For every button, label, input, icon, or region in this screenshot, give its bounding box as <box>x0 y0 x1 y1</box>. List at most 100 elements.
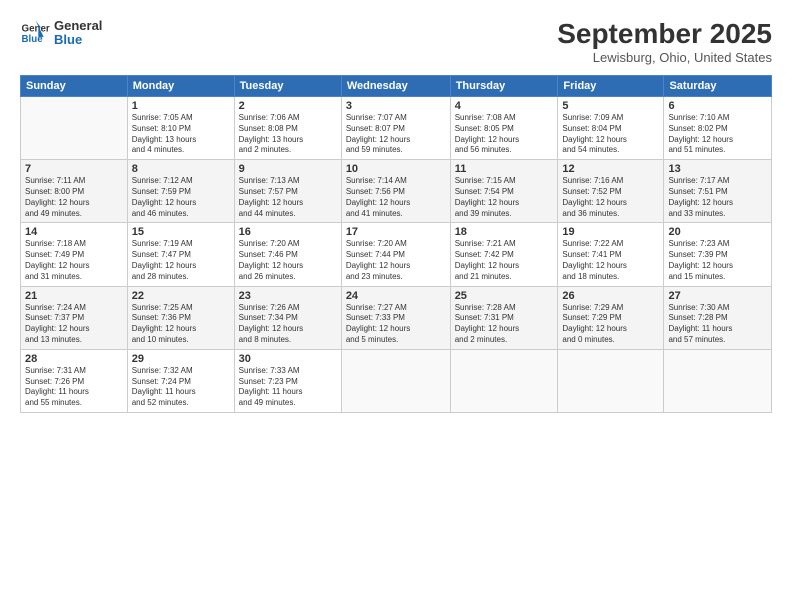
day-info: Sunrise: 7:25 AMSunset: 7:36 PMDaylight:… <box>132 303 230 346</box>
day-number: 13 <box>668 163 767 175</box>
day-info: Sunrise: 7:15 AMSunset: 7:54 PMDaylight:… <box>455 176 554 219</box>
day-number: 3 <box>346 100 446 112</box>
day-number: 6 <box>668 100 767 112</box>
calendar-cell: 13Sunrise: 7:17 AMSunset: 7:51 PMDayligh… <box>664 160 772 223</box>
calendar-cell: 30Sunrise: 7:33 AMSunset: 7:23 PMDayligh… <box>234 349 341 412</box>
day-info: Sunrise: 7:10 AMSunset: 8:02 PMDaylight:… <box>668 113 767 156</box>
day-info: Sunrise: 7:06 AMSunset: 8:08 PMDaylight:… <box>239 113 337 156</box>
day-number: 8 <box>132 163 230 175</box>
day-info: Sunrise: 7:14 AMSunset: 7:56 PMDaylight:… <box>346 176 446 219</box>
day-number: 14 <box>25 226 123 238</box>
day-info: Sunrise: 7:23 AMSunset: 7:39 PMDaylight:… <box>668 239 767 282</box>
day-number: 9 <box>239 163 337 175</box>
day-number: 22 <box>132 290 230 302</box>
weekday-header-friday: Friday <box>558 76 664 97</box>
day-info: Sunrise: 7:27 AMSunset: 7:33 PMDaylight:… <box>346 303 446 346</box>
calendar-cell: 29Sunrise: 7:32 AMSunset: 7:24 PMDayligh… <box>127 349 234 412</box>
calendar-cell: 4Sunrise: 7:08 AMSunset: 8:05 PMDaylight… <box>450 97 558 160</box>
day-info: Sunrise: 7:17 AMSunset: 7:51 PMDaylight:… <box>668 176 767 219</box>
day-number: 12 <box>562 163 659 175</box>
calendar-cell: 12Sunrise: 7:16 AMSunset: 7:52 PMDayligh… <box>558 160 664 223</box>
svg-text:General: General <box>22 24 51 35</box>
calendar-cell: 7Sunrise: 7:11 AMSunset: 8:00 PMDaylight… <box>21 160 128 223</box>
day-info: Sunrise: 7:29 AMSunset: 7:29 PMDaylight:… <box>562 303 659 346</box>
day-info: Sunrise: 7:20 AMSunset: 7:44 PMDaylight:… <box>346 239 446 282</box>
day-number: 15 <box>132 226 230 238</box>
day-number: 26 <box>562 290 659 302</box>
calendar-cell: 15Sunrise: 7:19 AMSunset: 7:47 PMDayligh… <box>127 223 234 286</box>
calendar-cell <box>664 349 772 412</box>
calendar: SundayMondayTuesdayWednesdayThursdayFrid… <box>20 75 772 413</box>
calendar-cell: 26Sunrise: 7:29 AMSunset: 7:29 PMDayligh… <box>558 286 664 349</box>
calendar-cell: 23Sunrise: 7:26 AMSunset: 7:34 PMDayligh… <box>234 286 341 349</box>
calendar-cell: 19Sunrise: 7:22 AMSunset: 7:41 PMDayligh… <box>558 223 664 286</box>
weekday-header-thursday: Thursday <box>450 76 558 97</box>
day-info: Sunrise: 7:24 AMSunset: 7:37 PMDaylight:… <box>25 303 123 346</box>
calendar-cell: 9Sunrise: 7:13 AMSunset: 7:57 PMDaylight… <box>234 160 341 223</box>
calendar-cell: 14Sunrise: 7:18 AMSunset: 7:49 PMDayligh… <box>21 223 128 286</box>
day-number: 7 <box>25 163 123 175</box>
weekday-header-wednesday: Wednesday <box>341 76 450 97</box>
day-info: Sunrise: 7:32 AMSunset: 7:24 PMDaylight:… <box>132 366 230 409</box>
calendar-cell: 5Sunrise: 7:09 AMSunset: 8:04 PMDaylight… <box>558 97 664 160</box>
logo-line2: Blue <box>54 33 102 47</box>
weekday-header-monday: Monday <box>127 76 234 97</box>
day-info: Sunrise: 7:30 AMSunset: 7:28 PMDaylight:… <box>668 303 767 346</box>
day-number: 17 <box>346 226 446 238</box>
weekday-header-tuesday: Tuesday <box>234 76 341 97</box>
calendar-cell: 22Sunrise: 7:25 AMSunset: 7:36 PMDayligh… <box>127 286 234 349</box>
calendar-cell <box>450 349 558 412</box>
day-number: 25 <box>455 290 554 302</box>
day-number: 18 <box>455 226 554 238</box>
day-info: Sunrise: 7:12 AMSunset: 7:59 PMDaylight:… <box>132 176 230 219</box>
location: Lewisburg, Ohio, United States <box>557 50 772 65</box>
day-info: Sunrise: 7:28 AMSunset: 7:31 PMDaylight:… <box>455 303 554 346</box>
calendar-cell: 20Sunrise: 7:23 AMSunset: 7:39 PMDayligh… <box>664 223 772 286</box>
calendar-cell: 18Sunrise: 7:21 AMSunset: 7:42 PMDayligh… <box>450 223 558 286</box>
day-number: 27 <box>668 290 767 302</box>
day-info: Sunrise: 7:08 AMSunset: 8:05 PMDaylight:… <box>455 113 554 156</box>
day-info: Sunrise: 7:05 AMSunset: 8:10 PMDaylight:… <box>132 113 230 156</box>
day-info: Sunrise: 7:31 AMSunset: 7:26 PMDaylight:… <box>25 366 123 409</box>
day-number: 4 <box>455 100 554 112</box>
day-info: Sunrise: 7:13 AMSunset: 7:57 PMDaylight:… <box>239 176 337 219</box>
day-number: 5 <box>562 100 659 112</box>
calendar-cell <box>341 349 450 412</box>
day-info: Sunrise: 7:16 AMSunset: 7:52 PMDaylight:… <box>562 176 659 219</box>
logo-line1: General <box>54 19 102 33</box>
calendar-cell: 11Sunrise: 7:15 AMSunset: 7:54 PMDayligh… <box>450 160 558 223</box>
logo: General Blue General Blue <box>20 18 102 48</box>
month-title: September 2025 <box>557 18 772 50</box>
day-number: 11 <box>455 163 554 175</box>
day-number: 19 <box>562 226 659 238</box>
day-number: 28 <box>25 353 123 365</box>
day-info: Sunrise: 7:20 AMSunset: 7:46 PMDaylight:… <box>239 239 337 282</box>
calendar-cell: 25Sunrise: 7:28 AMSunset: 7:31 PMDayligh… <box>450 286 558 349</box>
weekday-header-sunday: Sunday <box>21 76 128 97</box>
day-number: 30 <box>239 353 337 365</box>
day-number: 16 <box>239 226 337 238</box>
day-number: 10 <box>346 163 446 175</box>
weekday-header-saturday: Saturday <box>664 76 772 97</box>
day-number: 1 <box>132 100 230 112</box>
day-number: 24 <box>346 290 446 302</box>
day-info: Sunrise: 7:33 AMSunset: 7:23 PMDaylight:… <box>239 366 337 409</box>
day-info: Sunrise: 7:19 AMSunset: 7:47 PMDaylight:… <box>132 239 230 282</box>
calendar-cell: 2Sunrise: 7:06 AMSunset: 8:08 PMDaylight… <box>234 97 341 160</box>
calendar-cell: 28Sunrise: 7:31 AMSunset: 7:26 PMDayligh… <box>21 349 128 412</box>
day-number: 2 <box>239 100 337 112</box>
calendar-cell: 1Sunrise: 7:05 AMSunset: 8:10 PMDaylight… <box>127 97 234 160</box>
calendar-cell: 21Sunrise: 7:24 AMSunset: 7:37 PMDayligh… <box>21 286 128 349</box>
day-number: 29 <box>132 353 230 365</box>
calendar-cell: 16Sunrise: 7:20 AMSunset: 7:46 PMDayligh… <box>234 223 341 286</box>
day-info: Sunrise: 7:26 AMSunset: 7:34 PMDaylight:… <box>239 303 337 346</box>
day-number: 20 <box>668 226 767 238</box>
calendar-cell: 17Sunrise: 7:20 AMSunset: 7:44 PMDayligh… <box>341 223 450 286</box>
day-info: Sunrise: 7:07 AMSunset: 8:07 PMDaylight:… <box>346 113 446 156</box>
calendar-cell: 27Sunrise: 7:30 AMSunset: 7:28 PMDayligh… <box>664 286 772 349</box>
calendar-cell <box>21 97 128 160</box>
calendar-cell: 10Sunrise: 7:14 AMSunset: 7:56 PMDayligh… <box>341 160 450 223</box>
day-number: 23 <box>239 290 337 302</box>
day-info: Sunrise: 7:18 AMSunset: 7:49 PMDaylight:… <box>25 239 123 282</box>
calendar-cell <box>558 349 664 412</box>
